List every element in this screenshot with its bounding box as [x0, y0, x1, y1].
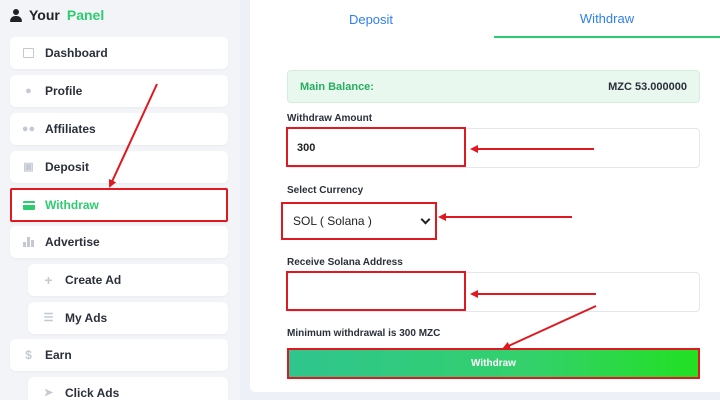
layers-icon: ☰	[43, 311, 54, 324]
tab-deposit[interactable]: Deposit	[258, 0, 484, 38]
sidebar-item-label: Withdraw	[45, 198, 99, 212]
balance-value: MZC 53.000000	[608, 80, 687, 93]
withdraw-panel: Deposit Withdraw Main Balance: MZC 53.00…	[250, 0, 720, 392]
sidebar-item-label: Profile	[45, 84, 83, 98]
bar-chart-icon	[22, 237, 35, 248]
sidebar-item-label: Create Ad	[65, 273, 122, 287]
sidebar-item-my-ads[interactable]: ☰ My Ads	[28, 302, 228, 334]
dollar-icon: $	[25, 347, 32, 362]
user-icon: ●	[25, 84, 32, 97]
sidebar-item-earn[interactable]: $ Earn	[10, 339, 228, 371]
sidebar-item-label: Click Ads	[65, 386, 120, 400]
withdraw-submit-button[interactable]: Withdraw	[287, 348, 700, 379]
receive-address-label: Receive Solana Address	[287, 257, 403, 268]
sidebar-item-label: Deposit	[45, 160, 90, 174]
user-icon	[10, 8, 22, 22]
credit-card-icon	[22, 200, 35, 211]
money-icon: ▣	[23, 160, 34, 173]
sidebar-item-deposit[interactable]: ▣ Deposit	[10, 151, 228, 183]
panel-title: Your Panel	[10, 7, 104, 23]
select-currency-label: Select Currency	[287, 185, 364, 196]
cursor-icon: ➤	[43, 386, 54, 399]
currency-highlight	[281, 202, 437, 240]
brand-prefix: Your	[29, 7, 60, 23]
sidebar-item-label: Dashboard	[45, 46, 108, 60]
tab-withdraw[interactable]: Withdraw	[494, 0, 720, 38]
sidebar-item-withdraw[interactable]: Withdraw	[10, 188, 228, 222]
sidebar-item-create-ad[interactable]: + Create Ad	[28, 264, 228, 296]
sidebar-item-label: Affiliates	[45, 122, 96, 136]
minimum-withdrawal-amount: 300 MZC	[399, 328, 441, 339]
sidebar: Your Panel Dashboard ● Profile ●● Affili…	[0, 0, 240, 400]
balance-label: Main Balance:	[300, 80, 374, 93]
plus-icon: +	[44, 271, 53, 288]
sidebar-item-label: Advertise	[45, 235, 100, 249]
sidebar-item-click-ads[interactable]: ➤ Click Ads	[28, 377, 228, 400]
sidebar-item-affiliates[interactable]: ●● Affiliates	[10, 113, 228, 145]
minimum-withdrawal-text: Minimum withdrawal is	[287, 328, 397, 339]
brand-accent: Panel	[66, 7, 105, 23]
receive-address-input[interactable]	[289, 273, 463, 308]
users-icon: ●●	[21, 122, 36, 135]
main-balance: Main Balance: MZC 53.000000	[287, 70, 700, 103]
withdraw-amount-label: Withdraw Amount	[287, 113, 373, 124]
sidebar-item-advertise[interactable]: Advertise	[10, 226, 228, 258]
sidebar-item-profile[interactable]: ● Profile	[10, 75, 228, 107]
withdraw-amount-input[interactable]	[289, 130, 463, 165]
sidebar-item-dashboard[interactable]: Dashboard	[10, 37, 228, 69]
sidebar-item-label: Earn	[45, 348, 72, 362]
dashboard-icon	[22, 48, 35, 59]
minimum-withdrawal-note: Minimum withdrawal is 300 MZC	[287, 328, 440, 339]
sidebar-item-label: My Ads	[65, 311, 108, 325]
